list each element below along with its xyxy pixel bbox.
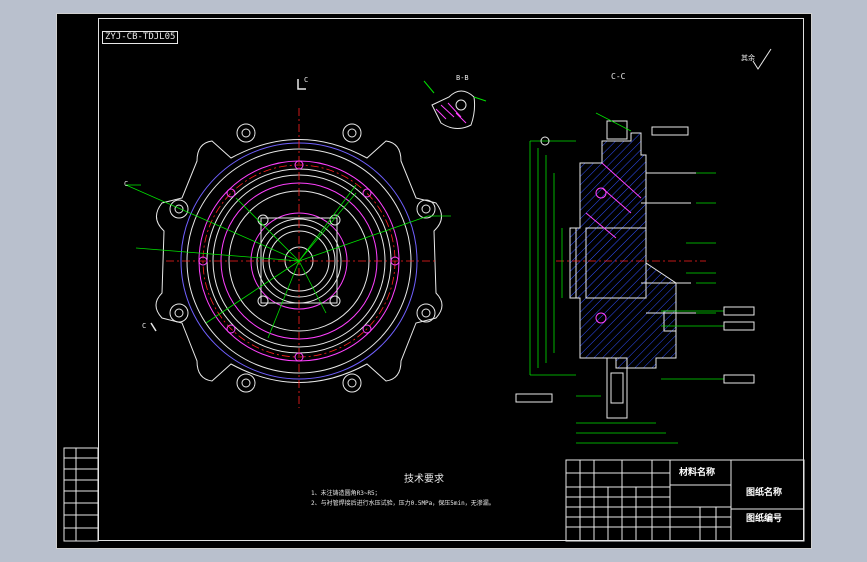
roughness-label: 其余 <box>741 54 755 62</box>
section-bb-title: B-B <box>456 74 469 82</box>
section-c-marker-top: C <box>304 76 309 84</box>
drawing-code: ZYJ-CB-TDJL05 <box>102 31 179 44</box>
section-bb-detail <box>423 80 487 129</box>
tech-requirement-line: 1、未注铸造圆角R3~R5； <box>311 490 381 497</box>
tech-requirements-title: 技术要求 <box>404 474 444 485</box>
revision-strip <box>63 447 99 542</box>
plan-view <box>125 79 451 408</box>
section-cc-view <box>515 112 755 444</box>
section-cc-title: C-C <box>611 72 626 81</box>
material-name-label: 材料名称 <box>679 468 716 478</box>
tech-requirement-line: 2、与衬管焊接后进行水压试验，压力0.5MPa，保压5min，无渗漏。 <box>311 500 495 507</box>
section-c-marker-left: C <box>124 180 129 188</box>
drawing-number-label: 图纸编号 <box>746 514 783 524</box>
drawing-name-label: 图纸名称 <box>746 488 783 498</box>
roughness-symbol <box>752 48 772 70</box>
drawing-sheet: ZYJ-CB-TDJL05 其余 B-B C-C C C C 技术要求 1、未注… <box>56 13 812 549</box>
section-c-marker-bottom: C <box>142 322 147 330</box>
